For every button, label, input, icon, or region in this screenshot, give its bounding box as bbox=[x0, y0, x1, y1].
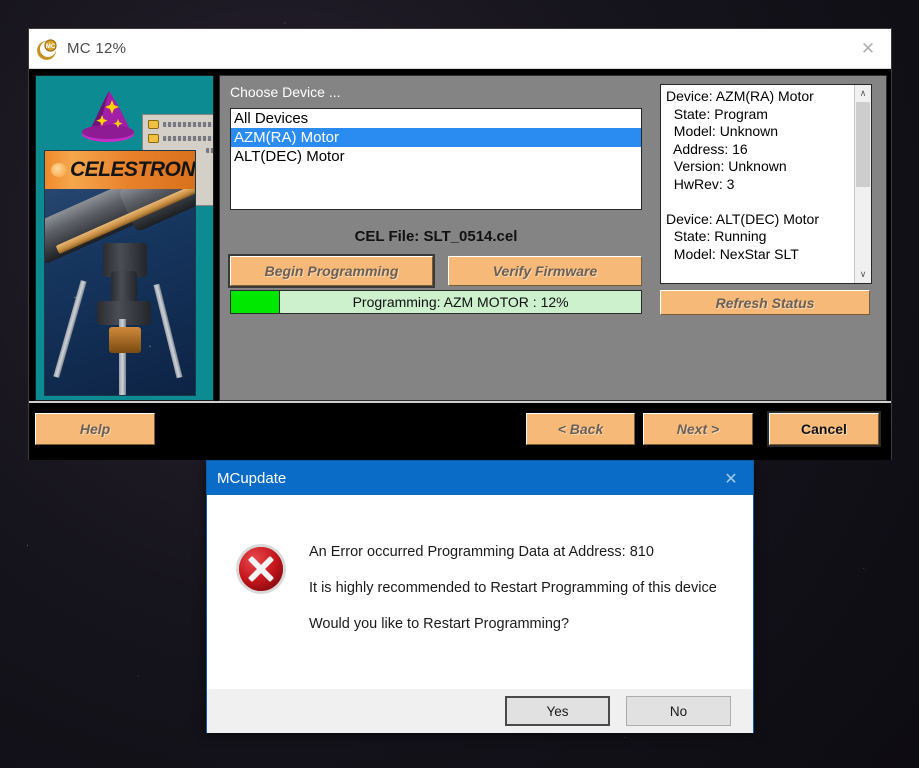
device-option-all[interactable]: All Devices bbox=[231, 109, 641, 128]
illustration-panel: CELESTRON bbox=[35, 75, 214, 401]
begin-programming-button[interactable]: Begin Programming bbox=[228, 254, 435, 288]
device-option-alt[interactable]: ALT(DEC) Motor bbox=[231, 147, 641, 166]
choose-device-label: Choose Device ... bbox=[230, 84, 341, 100]
mc-window-body: CELESTRON Choose Device ... All Devices … bbox=[29, 69, 891, 460]
close-icon[interactable]: ✕ bbox=[845, 29, 891, 68]
list-item-label bbox=[163, 136, 213, 141]
scrollbar-track[interactable] bbox=[855, 102, 871, 266]
list-item-label bbox=[206, 148, 213, 153]
error-circle-x-icon bbox=[236, 544, 286, 594]
celestron-mark-icon bbox=[51, 163, 67, 177]
progress-label: Programming: AZM MOTOR : 12% bbox=[352, 294, 569, 310]
celestron-wordmark: CELESTRON bbox=[70, 158, 196, 181]
programming-progress-bar: Programming: AZM MOTOR : 12% bbox=[230, 290, 642, 314]
mcupdate-title-bar: MCupdate ✕ bbox=[207, 461, 753, 495]
mc-crescent-icon: MC bbox=[37, 38, 57, 60]
folder-icon bbox=[148, 134, 159, 143]
wizard-hat-icon bbox=[82, 91, 134, 142]
close-icon[interactable]: ✕ bbox=[709, 461, 753, 495]
device-option-azm[interactable]: AZM(RA) Motor bbox=[231, 128, 641, 147]
mc-application-window: MC MC 12% ✕ CELESTRON Choose Device ... … bbox=[28, 28, 892, 460]
scrollbar-thumb[interactable] bbox=[856, 102, 870, 188]
folder-icon bbox=[148, 120, 159, 129]
next-button[interactable]: Next > bbox=[643, 413, 753, 445]
device-status-box: Device: AZM(RA) Motor State: Program Mod… bbox=[660, 84, 872, 284]
yes-button[interactable]: Yes bbox=[505, 696, 610, 726]
telescope-photo: CELESTRON bbox=[44, 150, 196, 396]
device-listbox[interactable]: All Devices AZM(RA) Motor ALT(DEC) Motor bbox=[230, 108, 642, 210]
wizard-button-bar: Help < Back Next > Cancel bbox=[29, 401, 891, 460]
status-scrollbar[interactable]: ∧ ∨ bbox=[854, 85, 871, 283]
error-message-line-2: It is highly recommended to Restart Prog… bbox=[309, 580, 717, 596]
list-item-label bbox=[163, 122, 213, 127]
list-item[interactable] bbox=[148, 120, 213, 129]
wizard-content-panel: Choose Device ... All Devices AZM(RA) Mo… bbox=[219, 75, 887, 401]
cancel-button[interactable]: Cancel bbox=[767, 411, 881, 447]
scroll-down-icon[interactable]: ∨ bbox=[855, 266, 871, 283]
error-message-line-1: An Error occurred Programming Data at Ad… bbox=[309, 544, 654, 560]
refresh-status-button[interactable]: Refresh Status bbox=[660, 290, 870, 315]
progress-fill bbox=[231, 291, 281, 313]
list-item[interactable] bbox=[148, 134, 213, 143]
mc-title-bar: MC MC 12% ✕ bbox=[29, 29, 891, 69]
scroll-up-icon[interactable]: ∧ bbox=[855, 85, 871, 102]
mcupdate-title: MCupdate bbox=[217, 469, 287, 487]
mcupdate-error-dialog: MCupdate ✕ An Error occurred Programming… bbox=[206, 460, 754, 733]
mcupdate-message-block: An Error occurred Programming Data at Ad… bbox=[309, 543, 717, 689]
verify-firmware-button[interactable]: Verify Firmware bbox=[448, 256, 642, 286]
no-button[interactable]: No bbox=[626, 696, 731, 726]
error-message-line-3: Would you like to Restart Programming? bbox=[309, 616, 570, 632]
help-button[interactable]: Help bbox=[35, 413, 155, 445]
cel-file-label: CEL File: SLT_0514.cel bbox=[354, 228, 518, 245]
back-button[interactable]: < Back bbox=[526, 413, 635, 445]
device-status-text: Device: AZM(RA) Motor State: Program Mod… bbox=[666, 88, 819, 262]
svg-text:MC: MC bbox=[46, 44, 56, 50]
celestron-logo-banner: CELESTRON bbox=[45, 151, 195, 189]
mcupdate-body: An Error occurred Programming Data at Ad… bbox=[207, 495, 753, 689]
mcupdate-button-bar: Yes No bbox=[207, 689, 753, 733]
mc-window-title: MC 12% bbox=[67, 40, 127, 57]
